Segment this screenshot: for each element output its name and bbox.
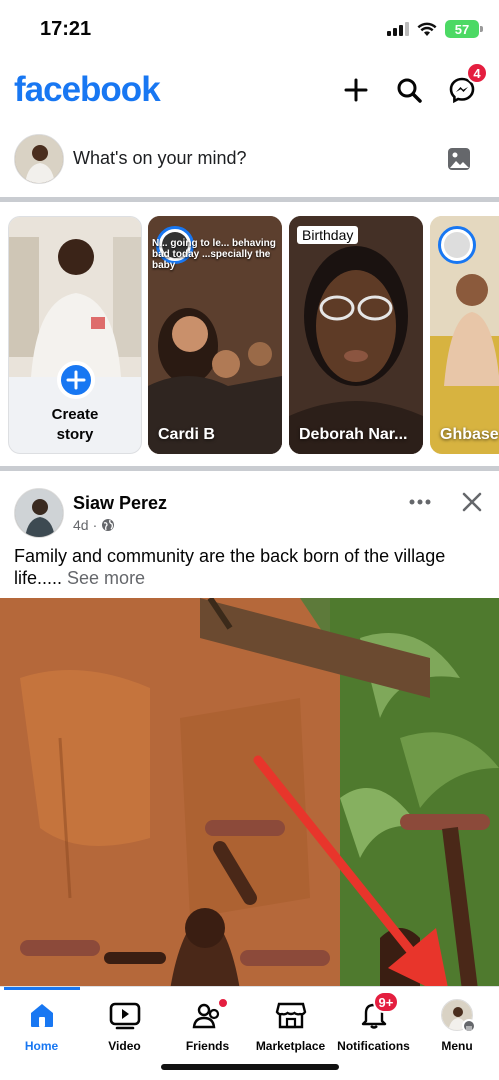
- search-button[interactable]: [389, 70, 429, 110]
- create-button[interactable]: [336, 70, 376, 110]
- facebook-logo: facebook: [14, 70, 161, 109]
- tab-home[interactable]: Home: [0, 987, 83, 1057]
- status-time: 17:21: [40, 18, 92, 40]
- tab-video[interactable]: Video: [83, 987, 166, 1057]
- story-card[interactable]: Birthday Deborah Nar...: [289, 216, 423, 454]
- notifications-badge: 9+: [372, 991, 400, 1013]
- story-name: Deborah Nar...: [299, 426, 408, 443]
- create-story-label: Create story: [51, 406, 99, 443]
- home-indicator: [161, 1064, 339, 1070]
- composer-placeholder[interactable]: What's on your mind?: [73, 148, 247, 169]
- annotation-arrow: [253, 755, 449, 990]
- story-card[interactable]: N... going to le... behaving bad today .…: [148, 216, 282, 454]
- create-story-photo: [9, 217, 141, 377]
- meta-separator: ·: [92, 517, 98, 533]
- story-card[interactable]: Ghbase: [430, 216, 499, 454]
- user-avatar[interactable]: [14, 134, 64, 184]
- friends-icon: [191, 995, 229, 1035]
- post-text-block: Family and community are the back born o…: [14, 545, 489, 589]
- status-bar: 17:21 57: [0, 0, 499, 60]
- post-header: Siaw Perez 4d ·: [0, 484, 499, 544]
- see-more-link[interactable]: See more: [67, 568, 145, 588]
- story-name: Ghbase: [440, 426, 499, 443]
- home-icon: [27, 995, 57, 1035]
- tab-notifications[interactable]: 9+ Notifications: [332, 987, 415, 1057]
- story-avatar: [438, 226, 476, 264]
- tab-marketplace[interactable]: Marketplace: [249, 987, 332, 1057]
- friends-dot-badge: [216, 997, 229, 1009]
- search-icon: [397, 78, 422, 103]
- plus-icon: [344, 78, 368, 102]
- more-icon: [409, 499, 431, 505]
- signal-icon: [387, 22, 409, 36]
- battery-indicator: 57: [445, 20, 483, 38]
- globe-icon: [102, 519, 115, 531]
- plus-icon[interactable]: [57, 361, 95, 399]
- tab-menu[interactable]: Menu: [415, 987, 499, 1057]
- story-overlay-text: N... going to le... behaving bad today .…: [152, 238, 276, 271]
- story-tag: Birthday: [297, 226, 359, 244]
- tab-label: Friends: [185, 1039, 230, 1053]
- post-composer[interactable]: What's on your mind?: [0, 128, 499, 192]
- menu-icon: [462, 1019, 476, 1033]
- more-options-button[interactable]: [404, 492, 436, 512]
- post-time: 4d: [73, 517, 89, 533]
- photo-button[interactable]: [446, 146, 472, 177]
- post-image[interactable]: [0, 598, 499, 990]
- messenger-badge: 4: [466, 62, 488, 84]
- post-author-avatar[interactable]: [14, 488, 64, 538]
- tab-friends[interactable]: Friends: [166, 987, 249, 1057]
- tab-label: Notifications: [337, 1039, 410, 1053]
- status-icons: 57: [387, 20, 483, 38]
- post-meta: 4d ·: [73, 517, 115, 533]
- story-photo: [289, 216, 423, 454]
- stories-tray: Create story N... going to le... behavin…: [0, 216, 499, 456]
- video-icon: [109, 995, 141, 1035]
- close-icon: [462, 492, 482, 512]
- messenger-button[interactable]: 4: [442, 62, 488, 110]
- tab-label: Menu: [441, 1039, 473, 1053]
- menu-avatar: [441, 995, 476, 1035]
- hide-post-button[interactable]: [460, 490, 484, 514]
- app-header: facebook 4: [0, 62, 499, 116]
- marketplace-icon: [275, 995, 307, 1035]
- photo-icon: [448, 148, 470, 170]
- post-author-name[interactable]: Siaw Perez: [73, 493, 167, 514]
- bell-icon: 9+: [359, 991, 400, 1035]
- wifi-icon: [417, 22, 437, 36]
- tab-label: Video: [108, 1039, 141, 1053]
- tab-label: Home: [24, 1039, 59, 1053]
- story-name: Cardi B: [158, 426, 215, 443]
- section-divider: [0, 197, 499, 202]
- section-divider: [0, 466, 499, 471]
- tab-label: Marketplace: [255, 1039, 326, 1053]
- create-story-card[interactable]: Create story: [8, 216, 142, 454]
